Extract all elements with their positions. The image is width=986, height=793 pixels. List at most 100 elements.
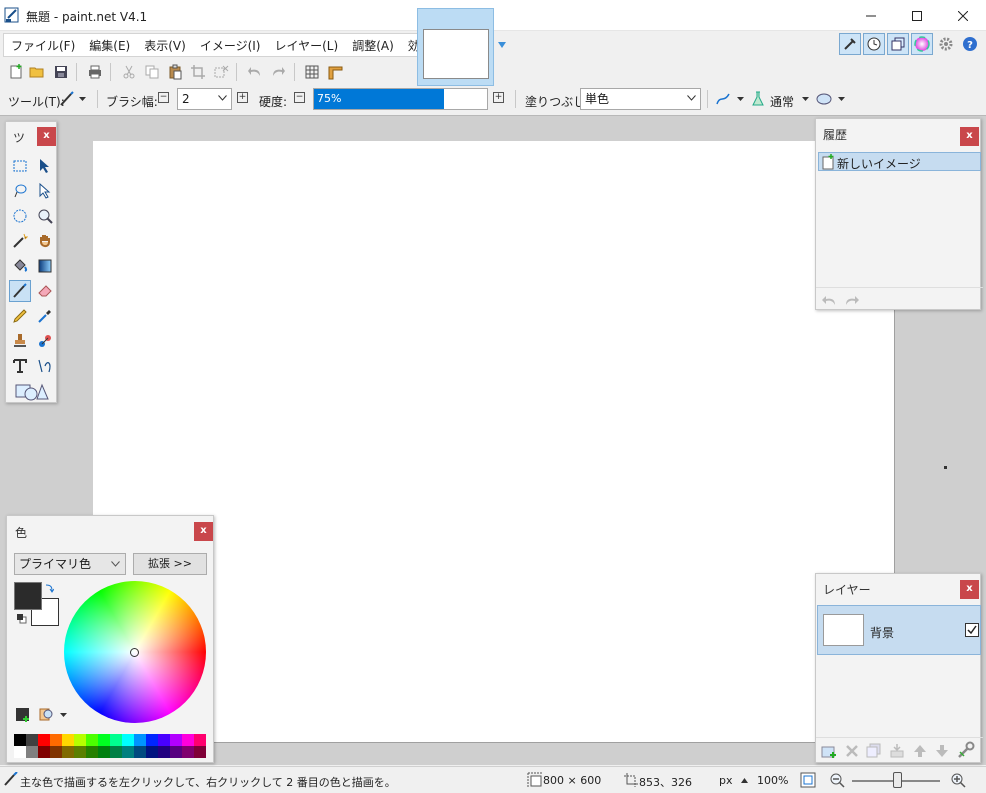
undo-button[interactable] [246,63,264,81]
zoom-tool[interactable] [34,205,56,227]
antialiasing-dropdown-icon[interactable] [737,97,744,102]
gradient-tool[interactable] [34,255,56,277]
palette-swatch[interactable] [194,746,206,758]
cut-button[interactable] [120,63,138,81]
palette-swatch[interactable] [86,746,98,758]
palette-swatch[interactable] [74,746,86,758]
text-tool[interactable] [9,355,31,377]
palette-swatch[interactable] [134,734,146,746]
palette-dropdown-icon[interactable] [60,713,67,718]
settings-button[interactable] [935,33,957,55]
palette-swatch[interactable] [74,734,86,746]
palette-swatch[interactable] [110,746,122,758]
maximize-button[interactable] [894,0,940,31]
palette-swatch[interactable] [14,734,26,746]
palette-swatch[interactable] [50,746,62,758]
add-layer-icon[interactable] [821,743,837,759]
move-selected-tool[interactable] [34,155,56,177]
layer-visibility-checkbox[interactable] [965,623,979,637]
paintbrush-tool[interactable] [9,280,31,302]
ruler-toggle-button[interactable] [326,63,344,81]
color-target-combo[interactable]: プライマリ色 [14,553,126,575]
delete-layer-icon[interactable] [844,743,860,759]
colors-panel-close-button[interactable]: x [194,522,213,541]
print-button[interactable] [86,63,104,81]
palette-swatch[interactable] [26,734,38,746]
layer-row[interactable]: 背景 [817,605,981,655]
color-wheel-cursor[interactable] [130,648,139,657]
palette-swatch[interactable] [182,746,194,758]
redo-button[interactable] [269,63,287,81]
history-undo-icon[interactable] [821,293,837,307]
palette-swatch[interactable] [194,734,206,746]
palette-swatch[interactable] [62,734,74,746]
palette-swatch[interactable] [158,746,170,758]
fill-mode-combo[interactable]: 単色 [580,88,701,110]
swap-colors-icon[interactable] [44,583,54,593]
minimize-button[interactable] [848,0,894,31]
layers-window-toggle[interactable] [887,33,909,55]
menu-file[interactable]: ファイル(F) [4,34,82,56]
palette-swatch[interactable] [158,734,170,746]
palette-swatch[interactable] [62,746,74,758]
add-to-palette-icon[interactable] [15,707,31,723]
units-dropdown-icon[interactable] [741,778,748,783]
history-panel-close-button[interactable]: x [960,127,979,146]
palette-swatch[interactable] [38,734,50,746]
menu-edit[interactable]: 編集(E) [82,34,137,56]
palette-swatch[interactable] [98,746,110,758]
palette-swatch[interactable] [134,746,146,758]
palette-swatch[interactable] [26,746,38,758]
primary-color-swatch[interactable] [14,582,42,610]
paint-bucket-tool[interactable] [9,255,31,277]
close-window-button[interactable] [940,0,986,31]
move-layer-up-icon[interactable] [912,743,928,759]
selection-mode-dropdown-icon[interactable] [838,97,845,102]
expand-colors-button[interactable]: 拡張 >> [133,553,207,575]
units-value[interactable]: px [719,774,733,787]
image-list-dropdown-icon[interactable] [497,40,507,50]
palette-swatch[interactable] [182,734,194,746]
selection-mode-button[interactable] [815,90,833,108]
duplicate-layer-icon[interactable] [866,743,882,759]
line-curve-tool[interactable] [34,355,56,377]
layer-properties-icon[interactable] [957,741,975,759]
brush-width-increase-button[interactable]: + [237,92,248,103]
merge-layer-icon[interactable] [889,743,905,759]
move-selection-tool[interactable] [34,180,56,202]
eraser-tool[interactable] [34,280,56,302]
blend-mode-dropdown-icon[interactable] [802,97,809,102]
tools-window-toggle[interactable] [839,33,861,55]
magic-wand-tool[interactable] [9,230,31,252]
new-image-button[interactable] [7,63,25,81]
layers-panel-close-button[interactable]: x [960,580,979,599]
tool-picker[interactable] [58,90,76,108]
hardness-decrease-button[interactable]: − [294,92,305,103]
clone-stamp-tool[interactable] [9,330,31,352]
hardness-increase-button[interactable]: + [493,92,504,103]
help-button[interactable]: ? [959,33,981,55]
tool-picker-dropdown-icon[interactable] [79,97,86,102]
paste-button[interactable] [166,63,184,81]
palette-swatch[interactable] [170,746,182,758]
rectangle-select-tool[interactable] [9,155,31,177]
menu-layers[interactable]: レイヤー(L) [267,34,345,56]
zoom-value[interactable]: 100% [757,774,788,787]
palette-swatch[interactable] [14,746,26,758]
history-redo-icon[interactable] [844,293,860,307]
palette-swatch[interactable] [50,734,62,746]
recolor-tool[interactable] [34,330,56,352]
hardness-slider[interactable]: 75% [313,88,488,110]
crop-button[interactable] [189,63,207,81]
zoom-to-window-icon[interactable] [800,772,816,788]
deselect-button[interactable] [212,63,230,81]
brush-width-decrease-button[interactable]: − [158,92,169,103]
tools-panel-close-button[interactable]: x [37,127,56,146]
menu-view[interactable]: 表示(V) [137,34,193,56]
grid-toggle-button[interactable] [303,63,321,81]
palette-menu-icon[interactable] [38,706,54,722]
blend-mode-button[interactable] [749,90,767,108]
palette-swatch[interactable] [122,746,134,758]
palette-swatch[interactable] [110,734,122,746]
copy-button[interactable] [143,63,161,81]
